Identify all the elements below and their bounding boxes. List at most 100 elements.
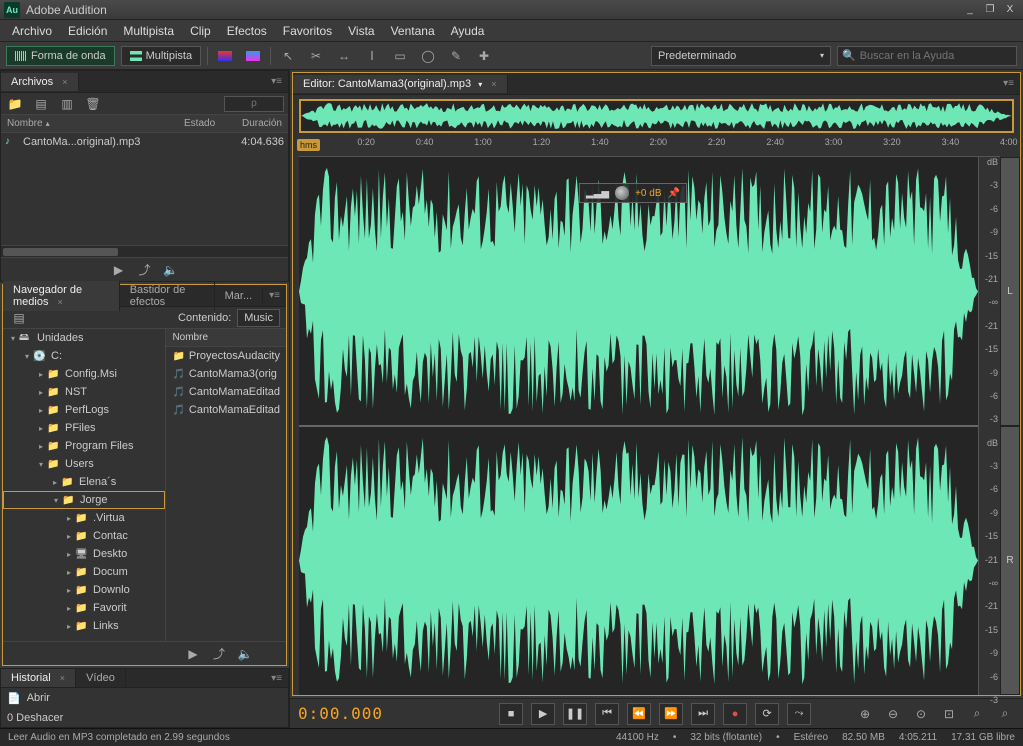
- arrow-down-icon[interactable]: ▾: [21, 352, 33, 361]
- tree-row[interactable]: ▸📁Downlo: [3, 581, 165, 599]
- channel-r-button[interactable]: R: [1000, 426, 1020, 695]
- channel-l-button[interactable]: L: [1000, 157, 1020, 426]
- drives-button[interactable]: ▤: [9, 309, 29, 327]
- time-select-tool[interactable]: Ⅰ: [361, 46, 383, 66]
- tree-row[interactable]: ▸📁Elena´s: [3, 473, 165, 491]
- delete-button[interactable]: 🗑: [83, 95, 103, 113]
- loop-button[interactable]: ⟳: [755, 703, 779, 725]
- lasso-tool[interactable]: ◯: [417, 46, 439, 66]
- tree-row[interactable]: ▾🖴Unidades: [3, 329, 165, 347]
- arrow-right-icon[interactable]: ▸: [63, 532, 75, 541]
- arrow-right-icon[interactable]: ▸: [35, 370, 47, 379]
- menu-multipista[interactable]: Multipista: [115, 21, 182, 41]
- pause-button[interactable]: ❚❚: [563, 703, 587, 725]
- close-icon[interactable]: ×: [58, 297, 63, 307]
- file-column-header[interactable]: Nombre: [166, 329, 286, 347]
- tree-row[interactable]: ▾📁Users: [3, 455, 165, 473]
- history-tab[interactable]: Historial ×: [1, 669, 76, 687]
- close-icon[interactable]: ×: [60, 673, 65, 683]
- open-in-editor-button[interactable]: ⤴: [135, 261, 155, 279]
- zoom-out-button[interactable]: ⊖: [883, 704, 903, 724]
- chevron-down-icon[interactable]: ▾: [478, 80, 482, 89]
- media-browser-tab[interactable]: Navegador de medios ×: [3, 281, 120, 311]
- arrow-right-icon[interactable]: ▸: [49, 478, 61, 487]
- timecode-display[interactable]: 0:00.000: [298, 704, 383, 723]
- media-file-row[interactable]: 🎵CantoMama3(orig: [166, 365, 286, 383]
- fastforward-button[interactable]: ⏩: [659, 703, 683, 725]
- tree-row[interactable]: ▾📁Jorge: [3, 491, 165, 509]
- editor-tab[interactable]: Editor: CantoMama3(original).mp3 ▾ ×: [293, 75, 508, 93]
- tree-row[interactable]: ▸📁Docum: [3, 563, 165, 581]
- arrow-right-icon[interactable]: ▸: [63, 586, 75, 595]
- close-button[interactable]: X: [1001, 3, 1019, 17]
- media-file-row[interactable]: 🎵CantoMamaEditad: [166, 401, 286, 419]
- autoplay-button[interactable]: 🔈: [161, 261, 181, 279]
- razor-tool[interactable]: ✂: [305, 46, 327, 66]
- overview-waveform[interactable]: [299, 99, 1014, 133]
- arrow-right-icon[interactable]: ▸: [35, 424, 47, 433]
- arrow-right-icon[interactable]: ▸: [35, 442, 47, 451]
- tree-row[interactable]: ▸📁Favorit: [3, 599, 165, 617]
- menu-efectos[interactable]: Efectos: [219, 21, 275, 41]
- tree-row[interactable]: ▸📁.Virtua: [3, 509, 165, 527]
- arrow-down-icon[interactable]: ▾: [35, 460, 47, 469]
- arrow-down-icon[interactable]: ▾: [7, 334, 19, 343]
- tree-row[interactable]: ▸📁Contac: [3, 527, 165, 545]
- arrow-right-icon[interactable]: ▸: [63, 622, 75, 631]
- zoom-out-point-button[interactable]: ⌕: [995, 704, 1015, 724]
- filter-input[interactable]: ρ: [224, 96, 284, 112]
- arrow-right-icon[interactable]: ▸: [63, 550, 75, 559]
- file-row[interactable]: ♪ CantoMa...original).mp3 4:04.636: [1, 133, 288, 151]
- close-icon[interactable]: ×: [62, 77, 67, 87]
- move-tool[interactable]: ↖: [277, 46, 299, 66]
- skip-selection-button[interactable]: ⤳: [787, 703, 811, 725]
- waveform-display[interactable]: ▂▃▅ +0 dB 📌: [299, 157, 978, 695]
- tree-row[interactable]: ▸🖥Deskto: [3, 545, 165, 563]
- arrow-right-icon[interactable]: ▸: [35, 388, 47, 397]
- open-file-button[interactable]: 📁: [5, 95, 25, 113]
- help-search-input[interactable]: [860, 50, 1012, 62]
- menu-ayuda[interactable]: Ayuda: [443, 21, 493, 41]
- help-search-box[interactable]: 🔍: [837, 46, 1017, 66]
- panel-menu-button[interactable]: ▾≡: [263, 290, 286, 301]
- pin-icon[interactable]: 📌: [668, 188, 680, 199]
- tree-row[interactable]: ▸📁Program Files: [3, 437, 165, 455]
- autoplay-button[interactable]: 🔈: [235, 645, 255, 663]
- play-button[interactable]: ▶: [531, 703, 555, 725]
- heal-tool[interactable]: ✚: [473, 46, 495, 66]
- rewind-button[interactable]: ⏪: [627, 703, 651, 725]
- tree-row[interactable]: ▾💽C:: [3, 347, 165, 365]
- media-file-row[interactable]: 📁ProyectosAudacity: [166, 347, 286, 365]
- goto-end-button[interactable]: ⏭: [691, 703, 715, 725]
- slip-tool[interactable]: ↔: [333, 46, 355, 66]
- content-path[interactable]: Music: [237, 309, 280, 327]
- tree-row[interactable]: ▸📁PerfLogs: [3, 401, 165, 419]
- restore-button[interactable]: ❐: [981, 3, 999, 17]
- workspace-selector[interactable]: Predeterminado ▾: [651, 46, 831, 66]
- play-preview-button[interactable]: ▶: [109, 261, 129, 279]
- volume-hud[interactable]: ▂▃▅ +0 dB 📌: [579, 183, 687, 203]
- effects-rack-tab[interactable]: Bastidor de efectos: [120, 281, 215, 311]
- zoom-in-point-button[interactable]: ⌕: [967, 704, 987, 724]
- spectral-view-button[interactable]: [214, 46, 236, 66]
- horizontal-scrollbar[interactable]: [1, 245, 288, 257]
- tree-row[interactable]: ▸📁Links: [3, 617, 165, 635]
- waveform-mode-button[interactable]: Forma de onda: [6, 46, 115, 66]
- column-nombre[interactable]: Nombre▴: [1, 118, 178, 129]
- marquee-tool[interactable]: ▭: [389, 46, 411, 66]
- files-tab[interactable]: Archivos ×: [1, 73, 79, 91]
- tree-row[interactable]: ▸📁PFiles: [3, 419, 165, 437]
- multitrack-mode-button[interactable]: Multipista: [121, 46, 201, 66]
- volume-knob[interactable]: [615, 186, 629, 200]
- menu-vista[interactable]: Vista: [340, 21, 382, 41]
- brush-tool[interactable]: ✎: [445, 46, 467, 66]
- play-preview-button[interactable]: ▶: [183, 645, 203, 663]
- tree-row[interactable]: ▸📁NST: [3, 383, 165, 401]
- arrow-down-icon[interactable]: ▾: [50, 496, 62, 505]
- record-button[interactable]: ●: [723, 703, 747, 725]
- folder-tree[interactable]: ▾🖴Unidades▾💽C:▸📁Config.Msi▸📁NST▸📁PerfLog…: [3, 329, 166, 641]
- video-tab[interactable]: Vídeo: [76, 669, 126, 687]
- markers-tab[interactable]: Mar...: [215, 287, 264, 305]
- arrow-right-icon[interactable]: ▸: [35, 406, 47, 415]
- column-duracion[interactable]: Duración: [228, 118, 288, 129]
